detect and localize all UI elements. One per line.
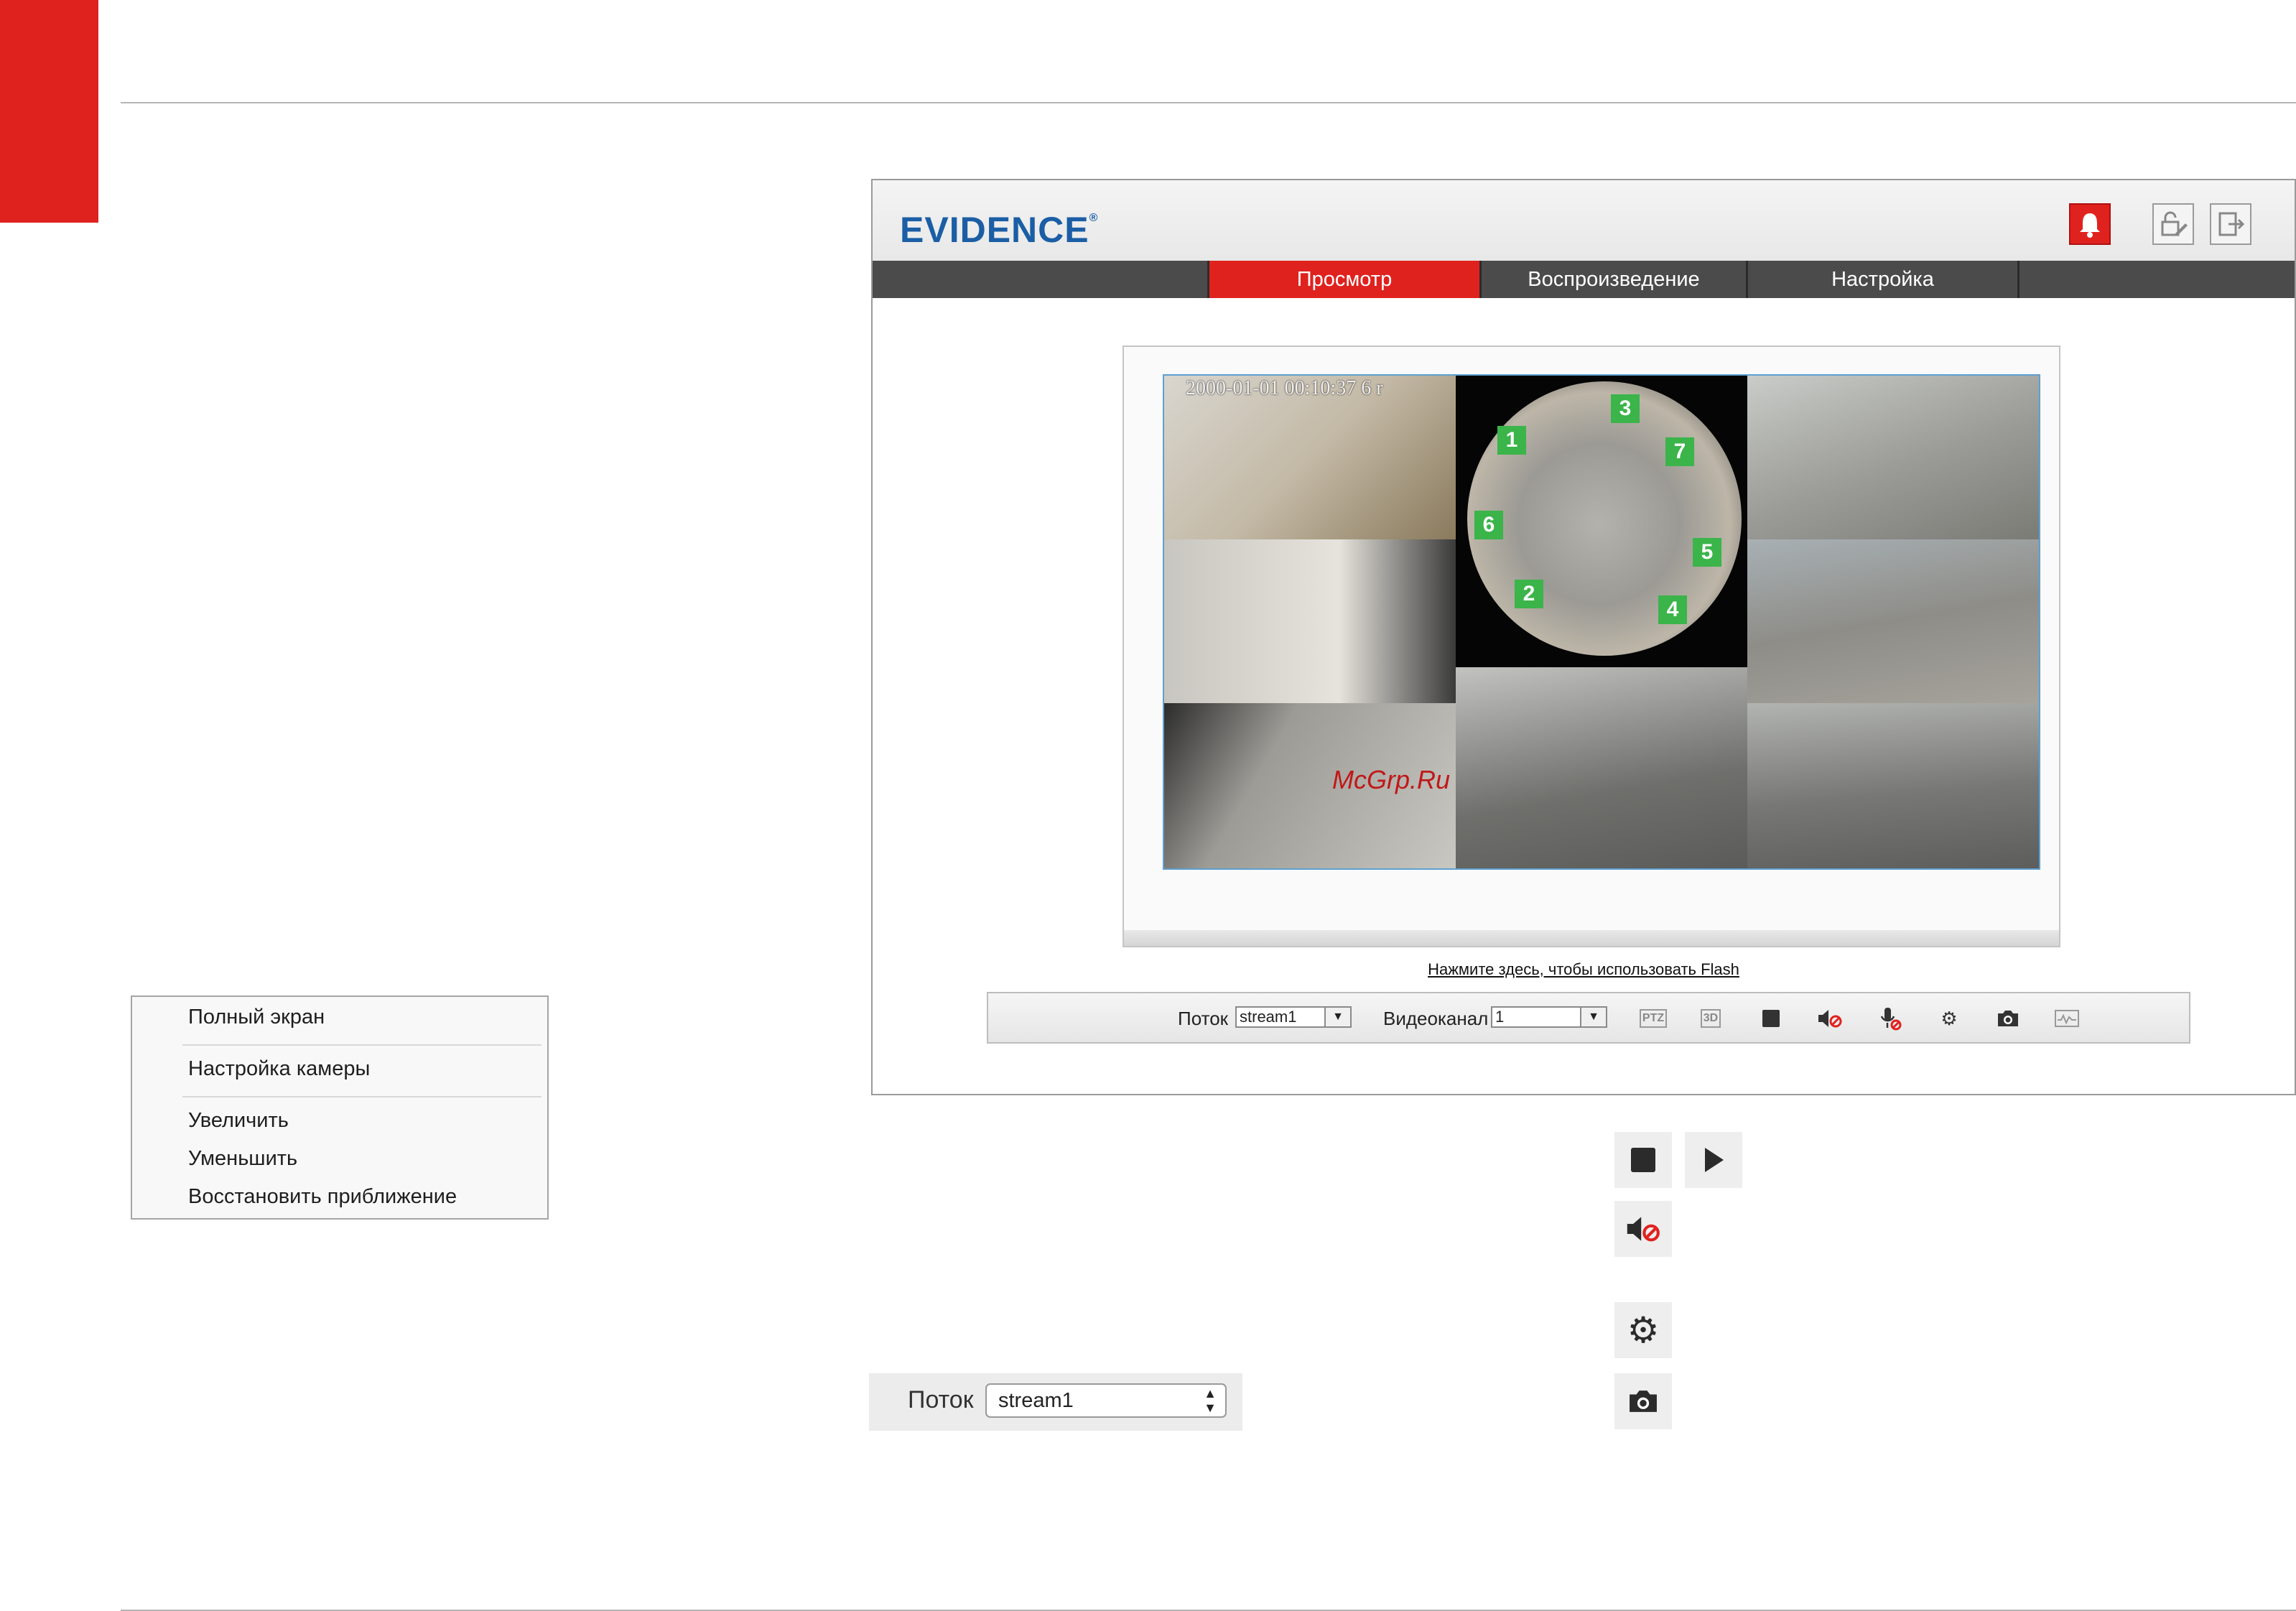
watermark-text: McGrp.Ru	[1332, 765, 1451, 794]
3d-icon: 3D	[1700, 1009, 1721, 1028]
region-badge[interactable]: 3	[1611, 394, 1640, 423]
app-header: EVIDENCE®	[873, 180, 2295, 261]
up-down-arrows-icon: ▲ ▼	[1204, 1386, 1217, 1415]
tab-playback[interactable]: Воспроизведение	[1482, 261, 1746, 298]
main-nav: Просмотр Воспроизведение Настройка	[873, 261, 2295, 298]
camera-view	[1747, 703, 2039, 868]
use-flash-link[interactable]: Нажмите здесь, чтобы использовать Flash	[873, 960, 2295, 979]
stream-select-demo: Поток stream1 ▲ ▼	[869, 1373, 1242, 1431]
region-badge[interactable]: 1	[1497, 426, 1526, 455]
logout-icon[interactable]	[2210, 203, 2251, 245]
camera-icon[interactable]	[1614, 1373, 1672, 1429]
live-video[interactable]: 1 3 7 6 5 2 4 2000-01-01 00:10:37 6 r	[1163, 374, 2040, 870]
app-window: EVIDENCE® Просмотр Воспроизведение Настр…	[871, 179, 2296, 1095]
camera-icon[interactable]	[1995, 1006, 2021, 1031]
page-color-tab	[0, 0, 98, 223]
tab-separator	[2017, 261, 2020, 298]
top-rule	[121, 102, 2296, 103]
viewer-status-strip	[1124, 930, 2059, 946]
video-channel-label: Видеоканал	[1383, 1008, 1489, 1029]
region-badge[interactable]: 7	[1665, 437, 1694, 466]
camera-view	[1747, 376, 2039, 539]
mic-mute-icon[interactable]	[1877, 1006, 1903, 1031]
tab-live-view[interactable]: Просмотр	[1209, 261, 1479, 298]
fisheye-circle	[1467, 381, 1742, 656]
mute-icon[interactable]	[1614, 1201, 1672, 1257]
ptz-icon: PTZ	[1639, 1009, 1668, 1028]
region-badge[interactable]: 2	[1515, 580, 1543, 608]
menu-item-zoom-out[interactable]: Уменьшить	[188, 1147, 297, 1171]
region-badge[interactable]: 6	[1474, 511, 1503, 539]
chevron-down-icon: ▼	[1324, 1008, 1350, 1026]
lock-edit-icon[interactable]	[2152, 203, 2194, 245]
stream-select[interactable]: stream1 ▲ ▼	[985, 1383, 1227, 1418]
gear-icon[interactable]: ⚙	[1614, 1302, 1672, 1358]
menu-separator	[182, 1096, 542, 1097]
menu-item-reset-zoom[interactable]: Восстановить приближение	[188, 1185, 457, 1209]
stop-icon[interactable]	[1758, 1006, 1784, 1031]
menu-item-zoom-in[interactable]: Увеличить	[188, 1109, 289, 1133]
video-channel-select[interactable]: 1 ▼	[1491, 1006, 1607, 1028]
camera-view	[1164, 539, 1456, 703]
chevron-down-icon: ▼	[1580, 1008, 1606, 1026]
waveform-icon[interactable]	[2054, 1006, 2080, 1031]
menu-item-camera-settings[interactable]: Настройка камеры	[188, 1057, 370, 1081]
control-bar: Поток stream1 ▼ Видеоканал 1 ▼ PTZ 3D ⚙	[987, 992, 2190, 1044]
tab-settings[interactable]: Настройка	[1748, 261, 2017, 298]
gear-icon[interactable]: ⚙	[1936, 1006, 1962, 1031]
region-badge[interactable]: 4	[1658, 595, 1687, 624]
menu-item-fullscreen[interactable]: Полный экран	[188, 1006, 325, 1029]
video-viewer: 1 3 7 6 5 2 4 2000-01-01 00:10:37 6 r Mc…	[1123, 345, 2060, 947]
stream-select[interactable]: stream1 ▼	[1235, 1006, 1352, 1028]
camera-view	[1456, 667, 1747, 868]
stream-label: Поток	[1178, 1008, 1229, 1029]
camera-view	[1164, 376, 1456, 539]
fisheye-view: 1 3 7 6 5 2 4	[1456, 376, 1747, 667]
alarm-bell-icon[interactable]	[2069, 203, 2111, 245]
region-badge[interactable]: 5	[1693, 538, 1721, 567]
ptz-button[interactable]: PTZ	[1636, 1006, 1670, 1031]
stop-icon[interactable]	[1614, 1132, 1672, 1188]
camera-view	[1747, 539, 2039, 703]
brand-logo: EVIDENCE®	[900, 210, 1099, 250]
play-icon[interactable]	[1685, 1132, 1742, 1188]
3d-button[interactable]: 3D	[1695, 1006, 1726, 1031]
video-timestamp-osd: 2000-01-01 00:10:37 6 r	[1186, 377, 1383, 399]
context-menu: Полный экран Настройка камеры Увеличить …	[131, 995, 549, 1220]
mute-icon[interactable]	[1817, 1006, 1843, 1031]
menu-separator	[182, 1044, 542, 1046]
stream-label: Поток	[908, 1386, 974, 1413]
